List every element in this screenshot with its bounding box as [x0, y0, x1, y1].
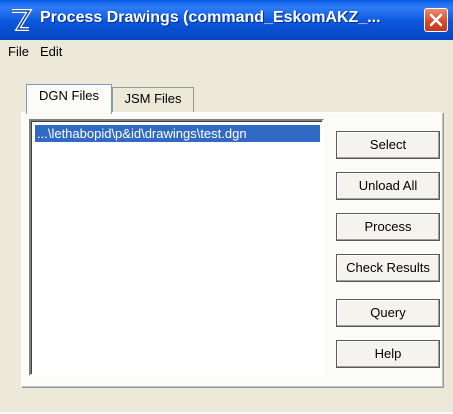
check-results-button[interactable]: Check Results: [336, 254, 440, 282]
tab-dgn-files-label: DGN Files: [39, 88, 99, 103]
tab-jsm-files-label: JSM Files: [124, 91, 182, 106]
unload-all-button[interactable]: Unload All: [336, 172, 440, 200]
query-button[interactable]: Query: [336, 299, 440, 327]
list-item[interactable]: ...\lethabopid\p&id\drawings\test.dgn: [35, 125, 320, 142]
tab-dgn-files[interactable]: DGN Files: [26, 84, 112, 114]
menu-file[interactable]: File: [8, 44, 29, 59]
file-list[interactable]: ...\lethabopid\p&id\drawings\test.dgn: [29, 119, 324, 376]
process-button[interactable]: Process: [336, 213, 440, 241]
close-icon: [429, 13, 443, 27]
app-logo-icon: [12, 9, 33, 31]
help-button[interactable]: Help: [336, 340, 440, 368]
window-title: Process Drawings (command_EskomAKZ_...: [40, 9, 381, 26]
close-button[interactable]: [424, 8, 448, 32]
title-bar[interactable]: Process Drawings (command_EskomAKZ_...: [0, 0, 453, 40]
menu-bar: File Edit: [0, 40, 453, 64]
select-button[interactable]: Select: [336, 131, 440, 159]
tab-jsm-files[interactable]: JSM Files: [112, 87, 194, 113]
menu-edit[interactable]: Edit: [40, 44, 62, 59]
